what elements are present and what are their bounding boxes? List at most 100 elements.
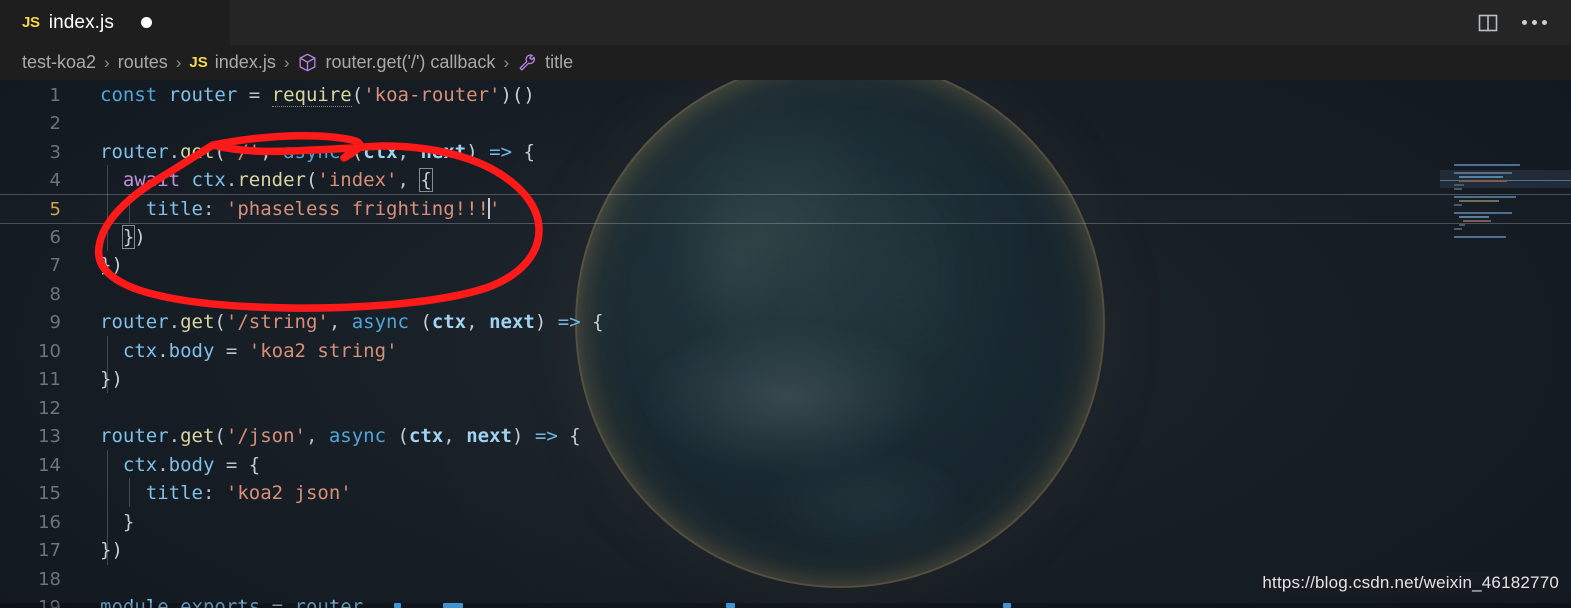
line-number: 16 [38, 511, 61, 533]
breadcrumb-item-test-koa2[interactable]: test-koa2 [22, 52, 96, 73]
line-number: 13 [38, 425, 61, 447]
vscode-window: 1 const router = require('koa-router')()… [0, 0, 1571, 608]
breadcrumb-separator: › [283, 52, 290, 72]
breadcrumb-label: routes [117, 52, 168, 72]
minimap-line [1454, 236, 1506, 238]
minimap-line [1454, 184, 1464, 186]
line-content[interactable]: }) [74, 539, 1571, 561]
breadcrumb-item-routes[interactable]: routes [118, 52, 168, 73]
line-content[interactable]: }) [74, 368, 1571, 390]
minimap[interactable] [1440, 160, 1571, 608]
line-number: 5 [49, 198, 61, 220]
tab-label: index.js [48, 11, 114, 33]
code-line[interactable]: 12 [0, 394, 1571, 423]
line-number: 11 [38, 368, 61, 390]
symbol-property-icon [517, 52, 538, 73]
minimap-line [1454, 172, 1512, 174]
minimap-line [1454, 196, 1516, 198]
minimap-line [1459, 180, 1507, 182]
editor-tab-bar[interactable]: JS index.js [0, 0, 1571, 45]
breadcrumb-item-title[interactable]: title [517, 52, 573, 73]
minimap-line [1454, 212, 1512, 214]
editor-actions[interactable] [1476, 0, 1561, 45]
code-line[interactable]: 7 }) [0, 251, 1571, 280]
code-line[interactable]: 17 }) [0, 536, 1571, 565]
code-line[interactable]: 4 await ctx.render('index', { [0, 166, 1571, 195]
breadcrumb-item-router-callback[interactable]: router.get('/') callback [297, 52, 495, 73]
line-content[interactable]: title: 'phaseless frighting!!!' [74, 198, 1571, 220]
code-line[interactable]: 3 router.get('/', async (ctx, next) => { [0, 138, 1571, 167]
line-number: 3 [49, 141, 61, 163]
line-content[interactable]: } [74, 511, 1571, 533]
line-number: 1 [49, 84, 61, 106]
minimap-line [1463, 220, 1491, 222]
minimap-line [1454, 164, 1520, 166]
line-content[interactable]: ctx.body = 'koa2 string' [74, 340, 1571, 362]
minimap-line [1459, 224, 1465, 226]
scroll-decoration [394, 603, 401, 608]
code-line[interactable]: 8 [0, 280, 1571, 309]
line-content[interactable]: title: 'koa2 json' [74, 482, 1571, 504]
breadcrumb-label: test-koa2 [22, 52, 97, 72]
js-file-icon: JS [189, 54, 208, 71]
breadcrumb[interactable]: test-koa2 › routes › JS index.js › route… [0, 45, 1571, 80]
tab-index-js[interactable]: JS index.js [0, 0, 230, 45]
code-line[interactable]: 13 router.get('/json', async (ctx, next)… [0, 422, 1571, 451]
line-content[interactable]: router.get('/string', async (ctx, next) … [74, 311, 1571, 333]
line-number: 8 [49, 283, 61, 305]
line-content[interactable]: router.get('/json', async (ctx, next) =>… [74, 425, 1571, 447]
code-line[interactable]: 11 }) [0, 365, 1571, 394]
code-line[interactable]: 10 ctx.body = 'koa2 string' [0, 337, 1571, 366]
line-content[interactable]: }) [74, 254, 1571, 276]
line-number: 6 [49, 226, 61, 248]
code-line[interactable]: 16 } [0, 508, 1571, 537]
code-lines[interactable]: 1 const router = require('koa-router')()… [0, 80, 1571, 608]
breadcrumb-label: title [545, 52, 574, 72]
line-content[interactable]: await ctx.render('index', { [74, 168, 1571, 193]
code-line[interactable]: 1 const router = require('koa-router')() [0, 81, 1571, 110]
scroll-decoration [443, 603, 463, 608]
horizontal-scrollbar[interactable] [0, 603, 1571, 608]
symbol-object-icon [297, 52, 318, 73]
editor-area[interactable]: 1 const router = require('koa-router')()… [0, 80, 1571, 608]
code-line[interactable]: 2 [0, 109, 1571, 138]
breadcrumb-separator: › [503, 52, 510, 72]
scroll-decoration [1003, 603, 1011, 608]
minimap-line [1454, 204, 1462, 206]
line-number: 18 [38, 568, 61, 590]
code-line[interactable]: 6 }) [0, 223, 1571, 252]
minimap-line [1454, 228, 1462, 230]
line-number: 15 [38, 482, 61, 504]
minimap-line [1454, 188, 1462, 190]
line-number: 2 [49, 112, 61, 134]
breadcrumb-label: index.js [214, 52, 276, 72]
minimap-line [1459, 176, 1503, 178]
split-editor-right-icon[interactable] [1476, 11, 1500, 35]
line-number: 17 [38, 539, 61, 561]
code-line[interactable]: 9 router.get('/string', async (ctx, next… [0, 308, 1571, 337]
line-number: 12 [38, 397, 61, 419]
line-content[interactable]: const router = require('koa-router')() [74, 84, 1571, 108]
code-line-active[interactable]: 5 title: 'phaseless frighting!!!' [0, 194, 1571, 224]
breadcrumb-label: router.get('/') callback [325, 52, 496, 72]
minimap-line [1459, 216, 1489, 218]
code-line[interactable]: 14 ctx.body = { [0, 451, 1571, 480]
watermark-url: https://blog.csdn.net/weixin_46182770 [1256, 572, 1565, 594]
line-content[interactable]: router.get('/', async (ctx, next) => { [74, 141, 1571, 163]
line-content[interactable]: }) [74, 225, 1571, 250]
line-number: 14 [38, 454, 61, 476]
breadcrumb-separator: › [104, 52, 110, 72]
scroll-decoration [726, 603, 735, 608]
line-number: 7 [49, 254, 61, 276]
breadcrumb-separator: › [175, 52, 182, 72]
unsaved-indicator-icon[interactable] [140, 17, 152, 28]
line-number: 9 [49, 311, 61, 333]
more-actions-icon[interactable] [1522, 20, 1547, 25]
js-file-icon: JS [22, 14, 40, 31]
breadcrumb-item-index-js[interactable]: JS index.js [189, 52, 275, 73]
line-content[interactable]: ctx.body = { [74, 454, 1571, 476]
minimap-line [1459, 200, 1499, 202]
line-number: 4 [49, 169, 61, 191]
code-line[interactable]: 15 title: 'koa2 json' [0, 479, 1571, 508]
line-number: 10 [38, 340, 61, 362]
